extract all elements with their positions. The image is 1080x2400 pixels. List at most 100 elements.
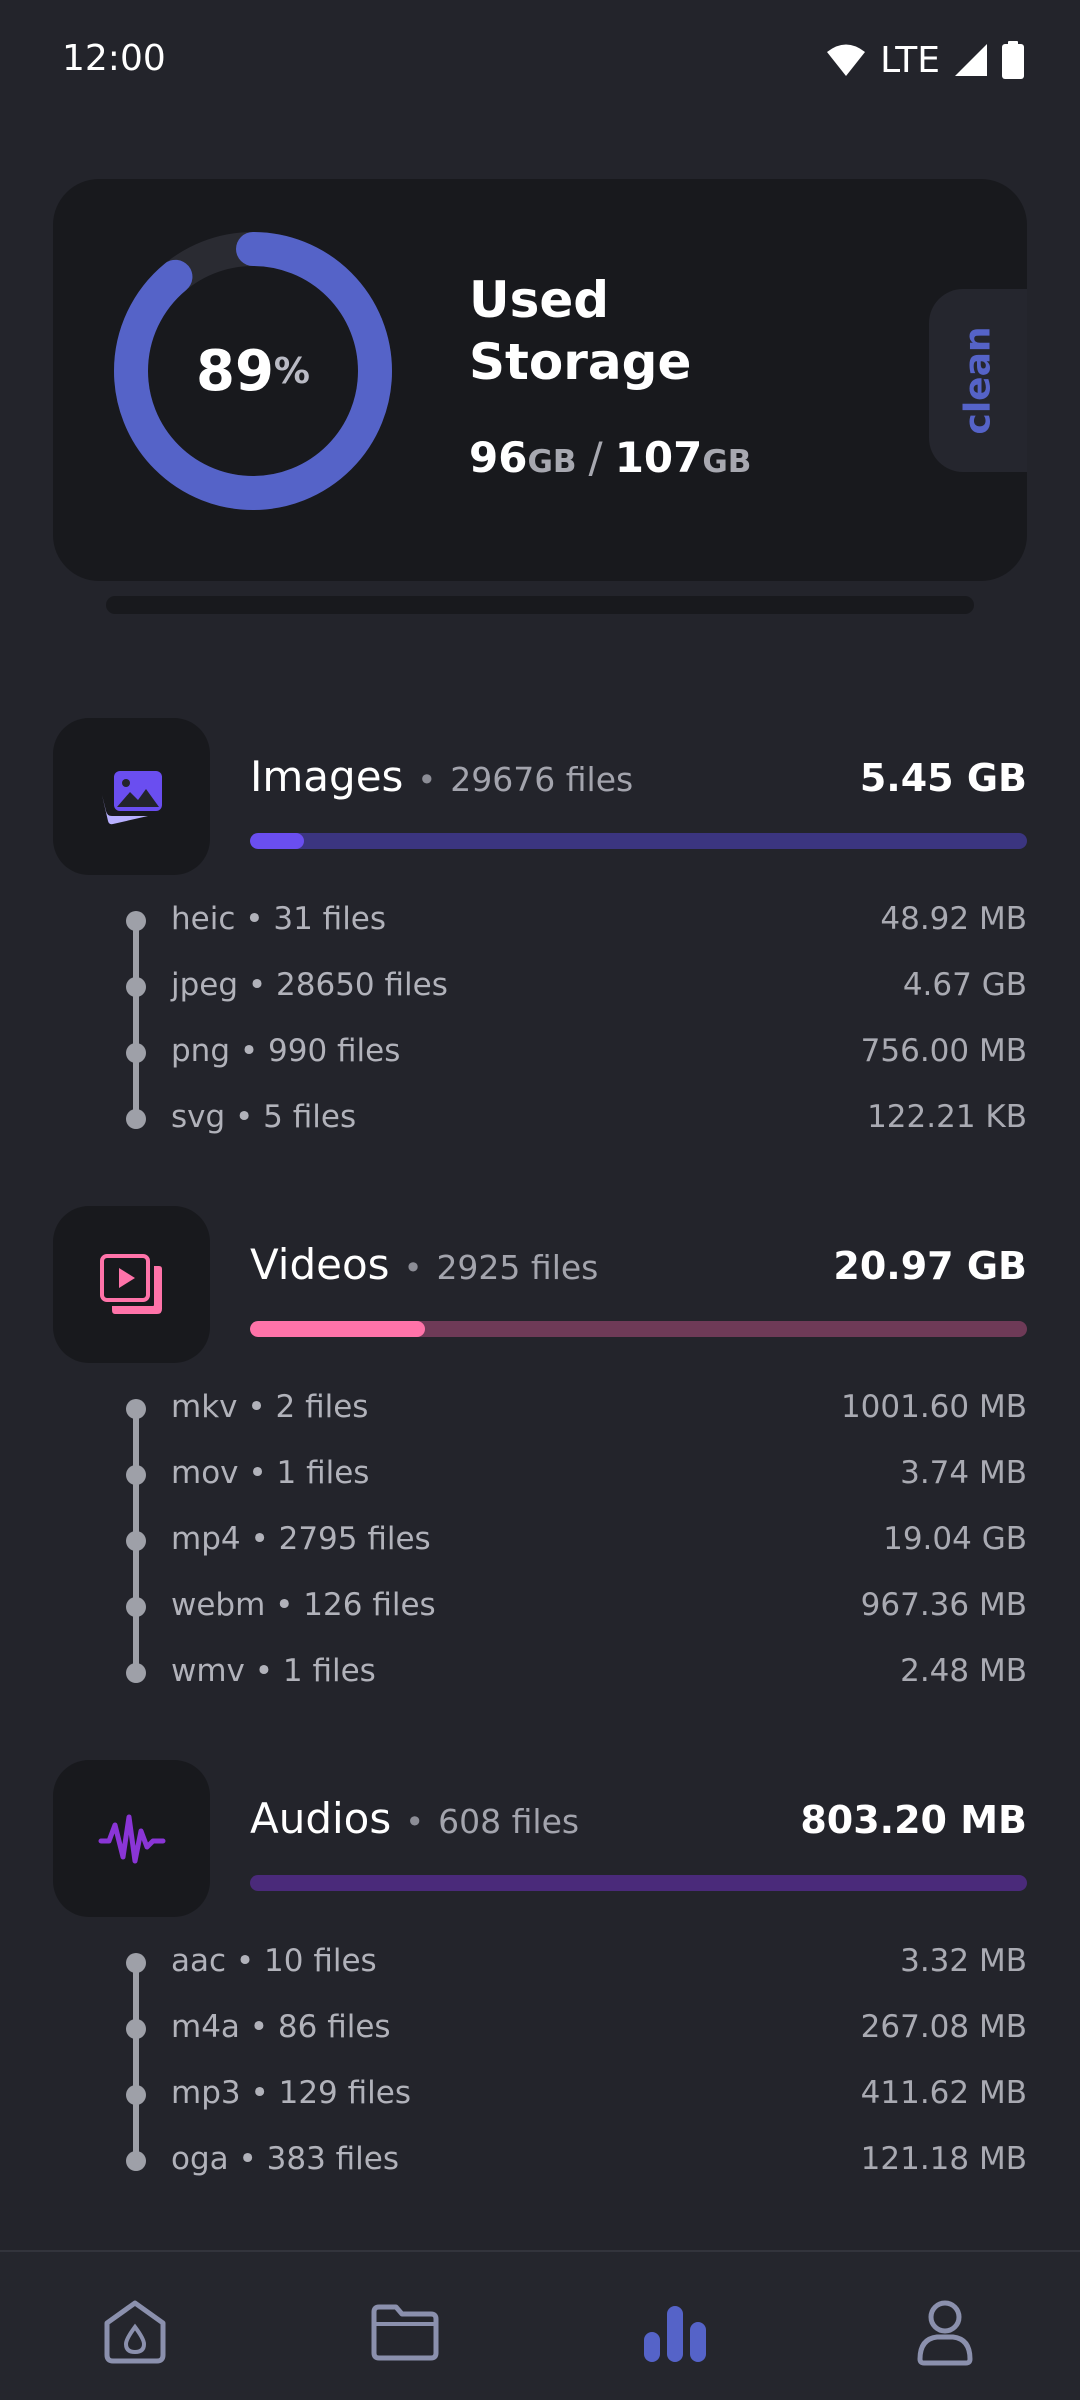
user-icon <box>917 2300 973 2366</box>
storage-percent-value: 89 <box>195 338 274 404</box>
status-time: 12:00 <box>62 38 166 79</box>
category-name: Images <box>250 752 404 801</box>
file-type-label: mp3 • 129 files <box>171 2075 411 2111</box>
battery-icon <box>1002 41 1024 79</box>
list-bullet <box>126 1663 146 1683</box>
nav-home[interactable] <box>95 2292 175 2372</box>
file-type-label: aac • 10 files <box>171 1943 377 1979</box>
category-size: 5.45 GB <box>859 756 1027 800</box>
file-type-label: mkv • 2 files <box>171 1389 369 1425</box>
file-type-row[interactable]: mkv • 2 files 1001.60 MB <box>53 1376 1027 1442</box>
file-type-size: 967.36 MB <box>860 1587 1027 1623</box>
storage-percent: 89% <box>111 229 395 513</box>
category-icon-box <box>53 1760 210 1917</box>
file-type-size: 122.21 KB <box>867 1099 1027 1135</box>
file-type-label: webm • 126 files <box>171 1587 436 1623</box>
clean-label: clean <box>957 326 999 435</box>
list-bullet <box>126 1597 146 1617</box>
nav-stats[interactable] <box>635 2292 715 2372</box>
status-icons: LTE <box>826 39 1024 81</box>
category-usage-bar-fill <box>250 1321 425 1337</box>
bar-chart-icon <box>644 2306 706 2362</box>
file-type-row[interactable]: webm • 126 files 967.36 MB <box>53 1574 1027 1640</box>
category-file-count: 2925 files <box>436 1248 599 1287</box>
file-type-label: wmv • 1 files <box>171 1653 376 1689</box>
used-storage-title-line2: Storage <box>469 333 692 391</box>
list-bullet <box>126 1109 146 1129</box>
file-type-row[interactable]: m4a • 86 files 267.08 MB <box>53 1996 1027 2062</box>
category-title: Audios • 608 files <box>250 1794 579 1843</box>
file-type-row[interactable]: svg • 5 files 122.21 KB <box>53 1086 1027 1152</box>
category-title: Images • 29676 files <box>250 752 633 801</box>
category-icon-box <box>53 718 210 875</box>
used-storage-title-line1: Used <box>469 271 610 329</box>
category-size: 20.97 GB <box>833 1244 1027 1288</box>
file-type-size: 48.92 MB <box>880 901 1027 937</box>
list-bullet <box>126 1399 146 1419</box>
file-type-size: 4.67 GB <box>902 967 1027 1003</box>
category-file-count: 29676 files <box>450 760 634 799</box>
nav-profile[interactable] <box>905 2292 985 2372</box>
file-type-label: oga • 383 files <box>171 2141 400 2177</box>
list-bullet <box>126 1043 146 1063</box>
category-name: Audios <box>250 1794 392 1843</box>
file-type-label: jpeg • 28650 files <box>171 967 448 1003</box>
list-bullet <box>126 1531 146 1551</box>
storage-card: 89% Used Storage 96GB/107GB clean <box>53 179 1027 581</box>
category-usage-bar <box>250 1321 1027 1337</box>
category-file-count: 608 files <box>438 1802 580 1841</box>
amount-separator: / <box>588 433 603 482</box>
file-type-size: 3.32 MB <box>900 1943 1027 1979</box>
file-type-label: png • 990 files <box>171 1033 401 1069</box>
file-type-row[interactable]: png • 990 files 756.00 MB <box>53 1020 1027 1086</box>
file-type-row[interactable]: aac • 10 files 3.32 MB <box>53 1930 1027 1996</box>
file-type-label: svg • 5 files <box>171 1099 357 1135</box>
images-icon <box>101 770 162 824</box>
bottom-nav <box>0 2250 1080 2400</box>
clean-button[interactable]: clean <box>929 289 1027 472</box>
file-type-row[interactable]: wmv • 1 files 2.48 MB <box>53 1640 1027 1706</box>
used-unit: GB <box>527 444 577 480</box>
separator-dot: • <box>405 1803 425 1841</box>
list-bullet <box>126 977 146 997</box>
status-bar: 12:00 LTE <box>0 0 1080 124</box>
file-type-size: 756.00 MB <box>860 1033 1027 1069</box>
total-unit: GB <box>702 444 752 480</box>
list-bullet <box>126 911 146 931</box>
storage-card-shadow <box>106 596 974 614</box>
file-type-row[interactable]: mp4 • 2795 files 19.04 GB <box>53 1508 1027 1574</box>
category-usage-bar <box>250 1875 1027 1891</box>
separator-dot: • <box>417 761 437 799</box>
list-bullet <box>126 2085 146 2105</box>
file-type-size: 411.62 MB <box>860 2075 1027 2111</box>
list-bullet <box>126 1953 146 1973</box>
file-type-row[interactable]: mp3 • 129 files 411.62 MB <box>53 2062 1027 2128</box>
videos-icon <box>99 1253 162 1314</box>
file-type-row[interactable]: mov • 1 files 3.74 MB <box>53 1442 1027 1508</box>
file-type-label: m4a • 86 files <box>171 2009 391 2045</box>
file-type-size: 1001.60 MB <box>840 1389 1027 1425</box>
storage-percent-unit: % <box>273 350 310 392</box>
network-label: LTE <box>880 39 940 81</box>
home-drop-icon <box>104 2300 166 2364</box>
file-type-size: 2.48 MB <box>900 1653 1027 1689</box>
file-type-row[interactable]: oga • 383 files 121.18 MB <box>53 2128 1027 2194</box>
file-type-size: 3.74 MB <box>900 1455 1027 1491</box>
category-usage-bar-fill <box>250 833 305 849</box>
file-type-size: 121.18 MB <box>860 2141 1027 2177</box>
category-usage-bar <box>250 833 1027 849</box>
file-type-row[interactable]: jpeg • 28650 files 4.67 GB <box>53 954 1027 1020</box>
category-title: Videos • 2925 files <box>250 1240 598 1289</box>
file-type-row[interactable]: heic • 31 files 48.92 MB <box>53 888 1027 954</box>
list-bullet <box>126 1465 146 1485</box>
nav-files[interactable] <box>365 2292 445 2372</box>
file-type-size: 267.08 MB <box>860 2009 1027 2045</box>
list-bullet <box>126 2019 146 2039</box>
file-type-label: mov • 1 files <box>171 1455 370 1491</box>
file-type-label: heic • 31 files <box>171 901 387 937</box>
audio-wave-icon <box>98 1814 165 1863</box>
category-size: 803.20 MB <box>800 1798 1027 1842</box>
category-icon-box <box>53 1206 210 1363</box>
used-value: 96 <box>469 433 528 482</box>
folder-icon <box>371 2304 439 2361</box>
